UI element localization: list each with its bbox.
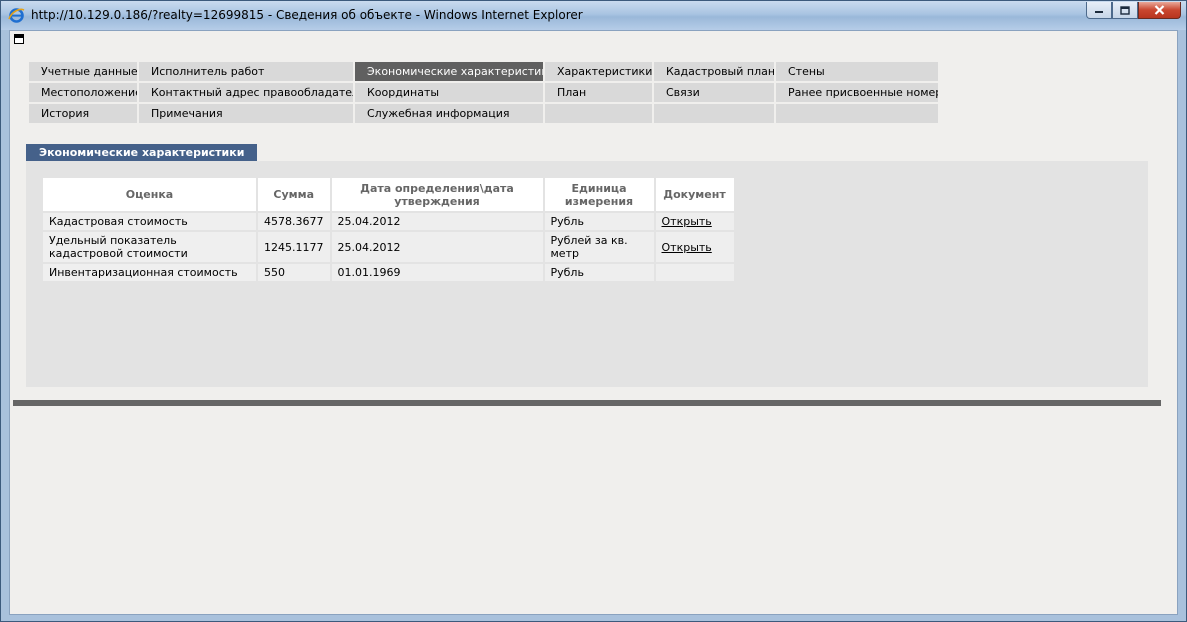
section-nav: Учетные данные Исполнитель работ Экономи… (26, 62, 938, 125)
minimize-button[interactable] (1086, 2, 1112, 19)
cell-amount: 1245.1177 (258, 232, 330, 262)
divider (13, 400, 1161, 406)
cell-assessment: Инвентаризационная стоимость (43, 264, 256, 281)
table-header-row: Оценка Сумма Дата определения\дата утвер… (43, 178, 734, 211)
cell-document: Открыть (655, 213, 734, 230)
col-header-assessment: Оценка (43, 178, 256, 211)
economic-table: Оценка Сумма Дата определения\дата утвер… (41, 176, 736, 283)
nav-item-notes[interactable]: Примечания (137, 104, 353, 123)
nav-item-service-info[interactable]: Служебная информация (353, 104, 543, 123)
window-title: http://10.129.0.186/?realty=12699815 - С… (31, 8, 583, 22)
nav-row: История Примечания Служебная информация (26, 104, 938, 123)
maximize-icon (1120, 5, 1130, 15)
nav-item-history[interactable]: История (26, 104, 137, 123)
nav-item-owner-contact-address[interactable]: Контактный адрес правообладателя (137, 83, 353, 102)
cell-amount: 550 (258, 264, 330, 281)
close-button[interactable] (1138, 2, 1181, 19)
nav-item-empty (543, 104, 652, 123)
cell-document (655, 264, 734, 281)
nav-row: Учетные данные Исполнитель работ Экономи… (26, 62, 938, 81)
cell-document: Открыть (655, 232, 734, 262)
nav-row: Местоположение Контактный адрес правообл… (26, 83, 938, 102)
nav-item-economic-characteristics[interactable]: Экономические характеристики (353, 62, 543, 81)
nav-item-empty (774, 104, 938, 123)
nav-item-cadastral-plan[interactable]: Кадастровый план (652, 62, 774, 81)
title-bar[interactable]: http://10.129.0.186/?realty=12699815 - С… (1, 1, 1186, 30)
cell-unit: Рубль (544, 213, 654, 230)
col-header-amount: Сумма (258, 178, 330, 211)
open-document-link[interactable]: Открыть (662, 241, 712, 254)
nav-item-plan[interactable]: План (543, 83, 652, 102)
nav-item-contractor[interactable]: Исполнитель работ (137, 62, 353, 81)
nav-item-characteristics[interactable]: Характеристики (543, 62, 652, 81)
nav-item-empty (652, 104, 774, 123)
table-row: Инвентаризационная стоимость 550 01.01.1… (43, 264, 734, 281)
table-row: Кадастровая стоимость 4578.3677 25.04.20… (43, 213, 734, 230)
window-restore-icon[interactable] (14, 34, 24, 44)
maximize-button[interactable] (1112, 2, 1138, 19)
cell-date: 25.04.2012 (331, 232, 543, 262)
ie-icon (8, 8, 25, 23)
page-content: Учетные данные Исполнитель работ Экономи… (9, 30, 1178, 615)
col-header-unit: Единица измерения (544, 178, 654, 211)
table-row: Удельный показатель кадастровой стоимост… (43, 232, 734, 262)
close-icon (1154, 5, 1165, 15)
nav-item-walls[interactable]: Стены (774, 62, 938, 81)
cell-amount: 4578.3677 (258, 213, 330, 230)
col-header-date: Дата определения\дата утверждения (331, 178, 543, 211)
cell-date: 01.01.1969 (331, 264, 543, 281)
cell-date: 25.04.2012 (331, 213, 543, 230)
cell-unit: Рубль (544, 264, 654, 281)
cell-assessment: Удельный показатель кадастровой стоимост… (43, 232, 256, 262)
col-header-document: Документ (655, 178, 734, 211)
economic-panel: Оценка Сумма Дата определения\дата утвер… (26, 161, 1148, 387)
cell-assessment: Кадастровая стоимость (43, 213, 256, 230)
nav-item-coordinates[interactable]: Координаты (353, 83, 543, 102)
open-document-link[interactable]: Открыть (662, 215, 712, 228)
nav-item-links[interactable]: Связи (652, 83, 774, 102)
nav-item-accounting-data[interactable]: Учетные данные (26, 62, 137, 81)
section-title: Экономические характеристики (26, 144, 258, 161)
minimize-icon (1095, 11, 1103, 13)
browser-window: http://10.129.0.186/?realty=12699815 - С… (0, 0, 1187, 622)
nav-item-previous-numbers[interactable]: Ранее присвоенные номера (774, 83, 938, 102)
cell-unit: Рублей за кв. метр (544, 232, 654, 262)
nav-item-location[interactable]: Местоположение (26, 83, 137, 102)
